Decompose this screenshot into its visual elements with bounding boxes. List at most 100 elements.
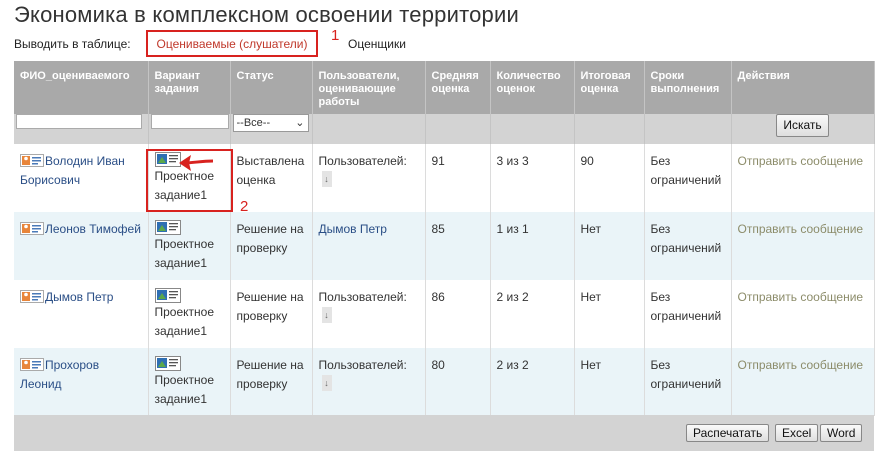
tab-assessees[interactable]: Оцениваемые (слушатели) <box>146 30 318 57</box>
task-doc-icon[interactable] <box>154 288 181 303</box>
cell-assessors: Пользователей: ↓ <box>312 348 426 416</box>
expand-arrow-icon[interactable]: ↓ <box>321 307 332 323</box>
cell-final: Нет <box>574 280 645 348</box>
status-text: Решение на проверку <box>236 222 304 255</box>
cell-task: Проектное задание1 <box>148 212 231 280</box>
cell-action: Отправить сообщение <box>731 144 875 212</box>
person-card-icon <box>20 154 44 167</box>
print-button[interactable]: Распечатать <box>686 424 770 442</box>
final-score: Нет <box>580 358 601 372</box>
final-score: Нет <box>580 290 601 304</box>
header-name[interactable]: ФИО_оцениваемого <box>14 61 149 114</box>
table-row: Володин Иван Борисович Проектное задание1… <box>14 144 875 212</box>
cell-deadline: Без ограничений <box>644 348 732 416</box>
name-filter-input[interactable] <box>16 114 142 129</box>
status-text: Выставлена оценка <box>236 154 305 187</box>
person-card-icon <box>20 222 44 235</box>
send-message-link[interactable]: Отправить сообщение <box>738 290 864 304</box>
send-message-link[interactable]: Отправить сообщение <box>738 154 864 168</box>
search-button[interactable]: Искать <box>776 114 829 137</box>
cell-avg: 86 <box>425 280 491 348</box>
cell-task: Проектное задание1 <box>148 280 231 348</box>
cell-name: Леонов Тимофей <box>14 212 149 280</box>
final-score: 90 <box>580 154 594 168</box>
cell-count: 2 из 2 <box>490 280 575 348</box>
header-assessors[interactable]: Пользователи, оценивающие работы <box>312 61 426 114</box>
expand-arrow-icon[interactable]: ↓ <box>321 375 332 391</box>
deadline-text: Без ограничений <box>650 222 722 255</box>
table-row: Прохоров Леонид Проектное задание1 Решение… <box>14 348 875 416</box>
person-card-icon <box>20 358 44 371</box>
page-title: Экономика в комплексном освоении террито… <box>14 2 519 27</box>
avg-score: 86 <box>431 290 445 304</box>
expand-arrow-icon[interactable]: ↓ <box>321 171 332 187</box>
header-avg[interactable]: Средняя оценка <box>425 61 491 114</box>
tab-assessors[interactable]: Оценщики <box>348 37 406 51</box>
header-status[interactable]: Статус <box>230 61 313 114</box>
cell-task: Проектное задание1 <box>148 348 231 416</box>
avg-score: 91 <box>431 154 445 168</box>
cell-count: 1 из 1 <box>490 212 575 280</box>
score-count: 2 из 2 <box>496 290 529 304</box>
cell-assessors: Дымов Петр <box>312 212 426 280</box>
score-count: 2 из 2 <box>496 358 529 372</box>
assessee-name-link[interactable]: Леонов Тимофей <box>45 222 141 236</box>
chevron-down-icon: ⌄ <box>295 116 305 129</box>
task-filter-input[interactable] <box>150 114 229 129</box>
cell-deadline: Без ограничений <box>644 144 732 212</box>
cell-name: Прохоров Леонид <box>14 348 149 416</box>
cell-action: Отправить сообщение <box>731 280 875 348</box>
table-row: Дымов Петр Проектное задание1 Решение на п… <box>14 280 875 348</box>
task-doc-icon[interactable] <box>154 220 181 235</box>
cell-assessors: Пользователей: ↓ <box>312 144 426 212</box>
export-excel-button[interactable]: Excel <box>775 424 819 442</box>
table-footer: Распечатать Excel Word <box>14 415 874 451</box>
cell-count: 3 из 3 <box>490 144 575 212</box>
table-header-row: ФИО_оцениваемого Вариант задания Статус … <box>14 61 875 114</box>
person-card-icon <box>20 290 44 303</box>
deadline-text: Без ограничений <box>650 154 722 187</box>
score-count: 3 из 3 <box>496 154 529 168</box>
assessors-value: Пользователей: <box>318 358 407 372</box>
header-task[interactable]: Вариант задания <box>148 61 231 114</box>
cell-deadline: Без ограничений <box>644 212 732 280</box>
score-count: 1 из 1 <box>496 222 529 236</box>
status-text: Решение на проверку <box>236 358 304 391</box>
task-name: Проектное задание1 <box>154 237 215 270</box>
cell-status: Решение на проверку <box>230 348 313 416</box>
assessee-name-link[interactable]: Дымов Петр <box>45 290 113 304</box>
results-table: ФИО_оцениваемого Вариант задания Статус … <box>14 61 875 416</box>
deadline-text: Без ограничений <box>650 358 722 391</box>
cell-status: Решение на проверку <box>230 280 313 348</box>
annotation-2: 2 <box>240 198 249 215</box>
status-filter-select[interactable]: --Все-- ⌄ <box>232 114 309 132</box>
header-actions: Действия <box>731 61 875 114</box>
cell-status: Решение на проверку <box>230 212 313 280</box>
header-deadline[interactable]: Сроки выполнения <box>644 61 732 114</box>
cell-count: 2 из 2 <box>490 348 575 416</box>
cell-deadline: Без ограничений <box>644 280 732 348</box>
cell-final: Нет <box>574 212 645 280</box>
assessors-value: Пользователей: <box>318 290 407 304</box>
cell-action: Отправить сообщение <box>731 348 875 416</box>
cell-final: Нет <box>574 348 645 416</box>
task-doc-icon[interactable] <box>154 356 181 371</box>
cell-avg: 85 <box>425 212 491 280</box>
avg-score: 80 <box>431 358 445 372</box>
header-final[interactable]: Итоговая оценка <box>574 61 645 114</box>
cell-action: Отправить сообщение <box>731 212 875 280</box>
final-score: Нет <box>580 222 601 236</box>
assessors-value: Пользователей: <box>318 154 407 168</box>
send-message-link[interactable]: Отправить сообщение <box>738 358 864 372</box>
deadline-text: Без ограничений <box>650 290 722 323</box>
cell-avg: 91 <box>425 144 491 212</box>
show-in-table-label: Выводить в таблице: <box>14 37 131 51</box>
export-word-button[interactable]: Word <box>820 424 863 442</box>
cell-avg: 80 <box>425 348 491 416</box>
send-message-link[interactable]: Отправить сообщение <box>738 222 864 236</box>
header-count[interactable]: Количество оценок <box>490 61 575 114</box>
assessors-value[interactable]: Дымов Петр <box>319 222 387 236</box>
task-name: Проектное задание1 <box>154 373 215 406</box>
status-filter-value: --Все-- <box>236 116 271 129</box>
cell-name: Володин Иван Борисович <box>14 144 149 212</box>
